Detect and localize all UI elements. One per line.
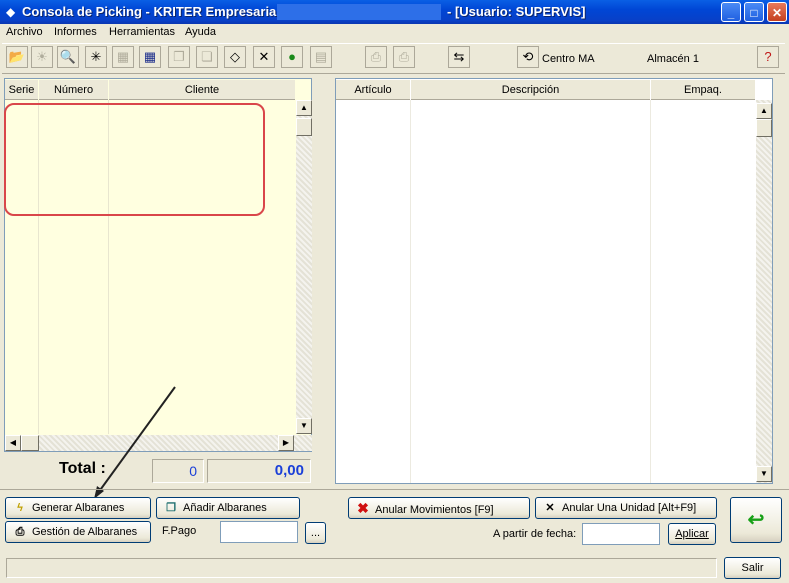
aplicar-button[interactable]: Aplicar [668,523,716,545]
generar-label: Generar Albaranes [32,502,125,514]
salir-button[interactable]: Salir [724,557,781,579]
gestion-albaranes-button[interactable]: ⎙ Gestión de Albaranes [5,521,151,543]
anular-unidad-label: Anular Una Unidad [Alt+F9] [562,502,697,514]
generar-albaranes-button[interactable]: ϟ Generar Albaranes [5,497,151,519]
anular-mov-label: Anular Movimientos [F9] [375,504,494,516]
red-x-icon: ✖ [357,500,369,516]
green-return-icon: ↩ [747,509,765,531]
gestion-label: Gestión de Albaranes [32,526,138,538]
anadir-label: Añadir Albaranes [183,502,267,514]
x-icon: ✕ [545,502,555,514]
status-bar [6,558,717,578]
printer-icon: ⎙ [15,526,25,538]
arrow-annotation [94,386,176,499]
refresh-button[interactable]: ↩ [730,497,782,543]
fpago-label: F.Pago [162,525,197,537]
fecha-input[interactable] [582,523,660,545]
anular-movimientos-button[interactable]: ✖ Anular Movimientos [F9] [348,497,530,519]
add-documents-icon: ❐ [166,502,176,514]
anadir-albaranes-button[interactable]: ❐ Añadir Albaranes [156,497,300,519]
fpago-input[interactable] [220,521,298,543]
divider [0,489,789,490]
anular-unidad-button[interactable]: ✕ Anular Una Unidad [Alt+F9] [535,497,717,519]
lightning-icon: ϟ [17,502,23,514]
fpago-browse-button[interactable]: ... [305,522,326,544]
fecha-label: A partir de fecha: [493,528,577,540]
